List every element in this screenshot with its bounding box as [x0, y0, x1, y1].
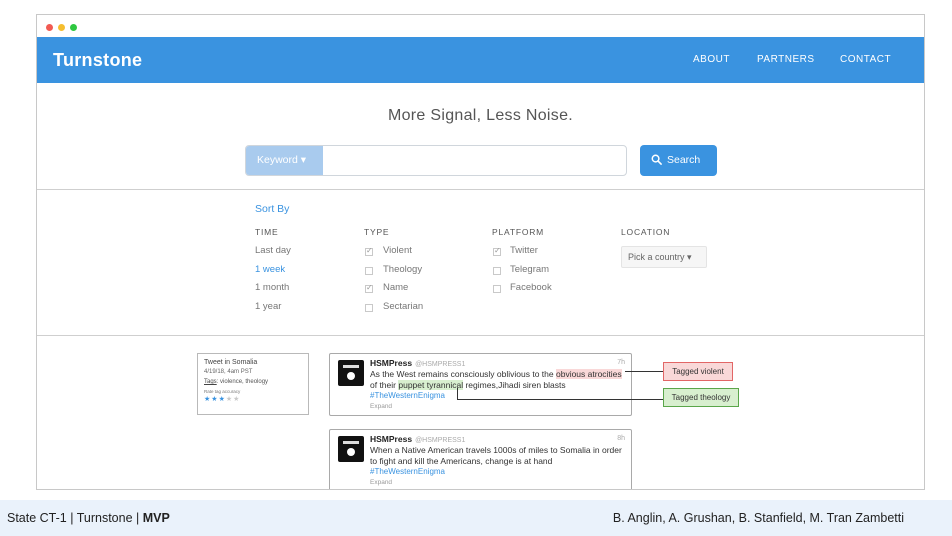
time-option-1-year[interactable]: 1 year — [255, 301, 281, 312]
tweet-user: HSMPress @HSMPRESS1 — [370, 434, 465, 444]
tweet-card[interactable]: HSMPress @HSMPRESS1 7h As the West remain… — [329, 353, 632, 416]
tags-label: Tags — [204, 379, 217, 385]
hero-title: More Signal, Less Noise. — [387, 107, 574, 124]
summary-tags: Tags: violence, theology — [204, 379, 302, 385]
type-theology-label: Theology — [383, 264, 423, 275]
search-icon — [651, 154, 662, 165]
brand-logo[interactable]: Turnstone — [53, 50, 142, 71]
tweet-time: 8h — [617, 435, 625, 442]
tweet-card[interactable]: HSMPress @HSMPRESS1 8h When a Native Amer… — [329, 429, 632, 489]
platform-facebook-checkbox[interactable] — [493, 285, 501, 293]
tweet-time: 7h — [617, 359, 625, 366]
divider — [37, 335, 924, 336]
time-option-last-day[interactable]: Last day — [255, 245, 291, 256]
tweet-hashtag[interactable]: #TheWesternEnigma — [370, 467, 445, 476]
tweet-username[interactable]: HSMPress — [370, 434, 412, 444]
platform-twitter-label: Twitter — [510, 245, 538, 256]
summary-title: Tweet in Somalia — [204, 359, 258, 366]
theology-connector-line — [457, 399, 663, 400]
tweet-handle[interactable]: @HSMPRESS1 — [415, 361, 465, 368]
type-violent-label: Violent — [383, 245, 412, 256]
nav-link-partners[interactable]: PARTNERS — [757, 54, 815, 65]
slide-footer: State CT-1 | Turnstone | MVP B. Anglin, … — [0, 500, 952, 536]
search-input[interactable]: Keyword ▾ — [245, 145, 627, 176]
platform-telegram-checkbox[interactable] — [493, 267, 501, 275]
type-header: TYPE — [364, 227, 390, 237]
nav-link-contact[interactable]: CONTACT — [840, 54, 891, 65]
location-header: LOCATION — [621, 227, 671, 237]
platform-twitter-checkbox[interactable] — [493, 246, 501, 256]
avatar — [338, 360, 364, 386]
search-button[interactable]: Search — [640, 145, 717, 176]
tweet-handle[interactable]: @HSMPRESS1 — [415, 437, 465, 444]
star-icon[interactable]: ★ — [211, 396, 218, 403]
tweet-user: HSMPress @HSMPRESS1 — [370, 358, 465, 368]
time-option-1-week[interactable]: 1 week — [255, 264, 285, 275]
platform-facebook-label: Facebook — [510, 282, 552, 293]
nav-link-about[interactable]: ABOUT — [693, 54, 730, 65]
type-violent-checkbox[interactable] — [365, 246, 373, 256]
rating-stars[interactable]: ★★★★★ — [204, 395, 302, 403]
tags-value: : violence, theology — [216, 379, 269, 385]
tweet-text: As the West remains consciously obliviou… — [370, 369, 622, 390]
platform-telegram-label: Telegram — [510, 264, 550, 275]
minimize-window-dot[interactable] — [58, 24, 65, 31]
type-theology-checkbox[interactable] — [365, 267, 373, 275]
close-window-dot[interactable] — [46, 24, 53, 31]
type-sectarian-label: Sectarian — [383, 301, 424, 312]
highlight-violent: obvious atrocities — [555, 369, 622, 379]
maximize-window-dot[interactable] — [70, 24, 77, 31]
search-button-label: Search — [667, 154, 701, 166]
type-sectarian-checkbox[interactable] — [365, 304, 373, 312]
browser-window: Turnstone ABOUT PARTNERS CONTACT More Si… — [36, 14, 925, 490]
type-name-label: Name — [383, 282, 409, 293]
star-icon[interactable]: ★ — [219, 396, 226, 403]
star-icon[interactable]: ★ — [233, 396, 240, 403]
tweet-summary-card[interactable]: Tweet in Somalia 4/19/18, 4am PST Tags: … — [197, 353, 309, 415]
tweet-hashtag[interactable]: #TheWesternEnigma — [370, 391, 445, 400]
window-titlebar — [37, 15, 924, 37]
top-navbar: Turnstone ABOUT PARTNERS CONTACT — [37, 37, 924, 83]
summary-date: 4/19/18, 4am PST — [204, 369, 253, 375]
sort-by-title: Sort By — [255, 203, 290, 215]
time-header: TIME — [255, 227, 279, 237]
tweet-expand-link[interactable]: Expand — [370, 403, 392, 410]
footer-project-label: State CT-1 | Turnstone | MVP — [7, 511, 170, 525]
tweet-username[interactable]: HSMPress — [370, 358, 412, 368]
violent-connector-line — [625, 371, 663, 372]
tweet-text: When a Native American travels 1000s of … — [370, 445, 622, 466]
rate-accuracy-label: Rate tag accuracy — [204, 389, 241, 394]
tagged-theology-label: Tagged theology — [663, 388, 739, 407]
divider — [37, 189, 924, 190]
footer-authors: B. Anglin, A. Grushan, B. Stanfield, M. … — [612, 511, 904, 525]
keyword-dropdown-button[interactable]: Keyword ▾ — [246, 146, 323, 175]
country-select[interactable]: Pick a country ▾ — [621, 246, 707, 268]
tweet-expand-link[interactable]: Expand — [370, 479, 392, 486]
type-name-checkbox[interactable] — [365, 283, 373, 293]
avatar — [338, 436, 364, 462]
platform-header: PLATFORM — [492, 227, 545, 237]
highlight-theology: puppet tyrannical — [398, 380, 464, 390]
tagged-violent-label: Tagged violent — [663, 362, 733, 381]
time-option-1-month[interactable]: 1 month — [255, 282, 289, 293]
